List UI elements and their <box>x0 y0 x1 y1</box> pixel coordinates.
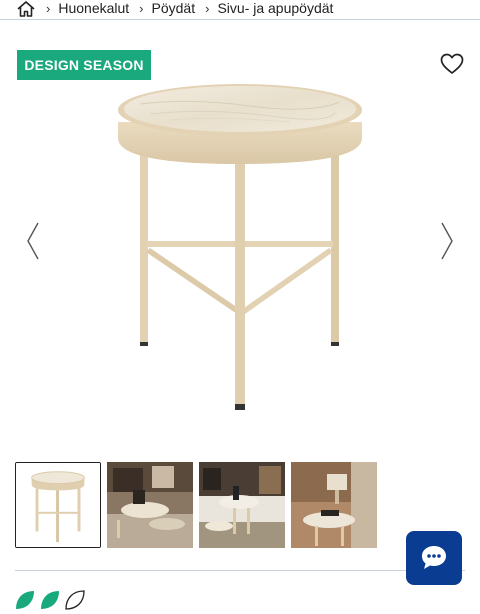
leaf-outline-icon <box>65 590 85 610</box>
thumbnail-4[interactable] <box>291 462 377 548</box>
thumbnail-2[interactable] <box>107 462 193 548</box>
eco-rating <box>14 589 89 611</box>
section-divider <box>15 570 465 571</box>
product-main-image <box>118 84 362 410</box>
chevron-right-icon[interactable] <box>440 222 454 260</box>
breadcrumb: › Huonekalut › Pöydät › Sivu- ja apupöyd… <box>0 0 480 20</box>
breadcrumb-item-huonekalut[interactable]: Huonekalut <box>58 0 129 16</box>
thumbnail-strip <box>15 462 383 548</box>
chat-bubble-icon <box>422 546 446 569</box>
breadcrumb-separator: › <box>46 0 51 16</box>
thumbnail-3[interactable] <box>199 462 285 548</box>
breadcrumb-separator: › <box>139 0 144 16</box>
breadcrumb-item-poydat[interactable]: Pöydät <box>152 0 196 16</box>
home-icon[interactable] <box>16 1 36 17</box>
breadcrumb-separator: › <box>205 0 210 16</box>
chevron-left-icon[interactable] <box>26 222 40 260</box>
heart-outline-icon[interactable] <box>440 53 464 75</box>
leaf-filled-icon <box>41 591 59 609</box>
chat-button[interactable] <box>406 531 462 585</box>
leaf-filled-icon <box>16 591 34 609</box>
breadcrumb-item-sivu-ja-apupoydat[interactable]: Sivu- ja apupöydät <box>217 0 333 16</box>
thumbnail-1[interactable] <box>15 462 101 548</box>
design-season-badge: DESIGN SEASON <box>17 50 151 80</box>
